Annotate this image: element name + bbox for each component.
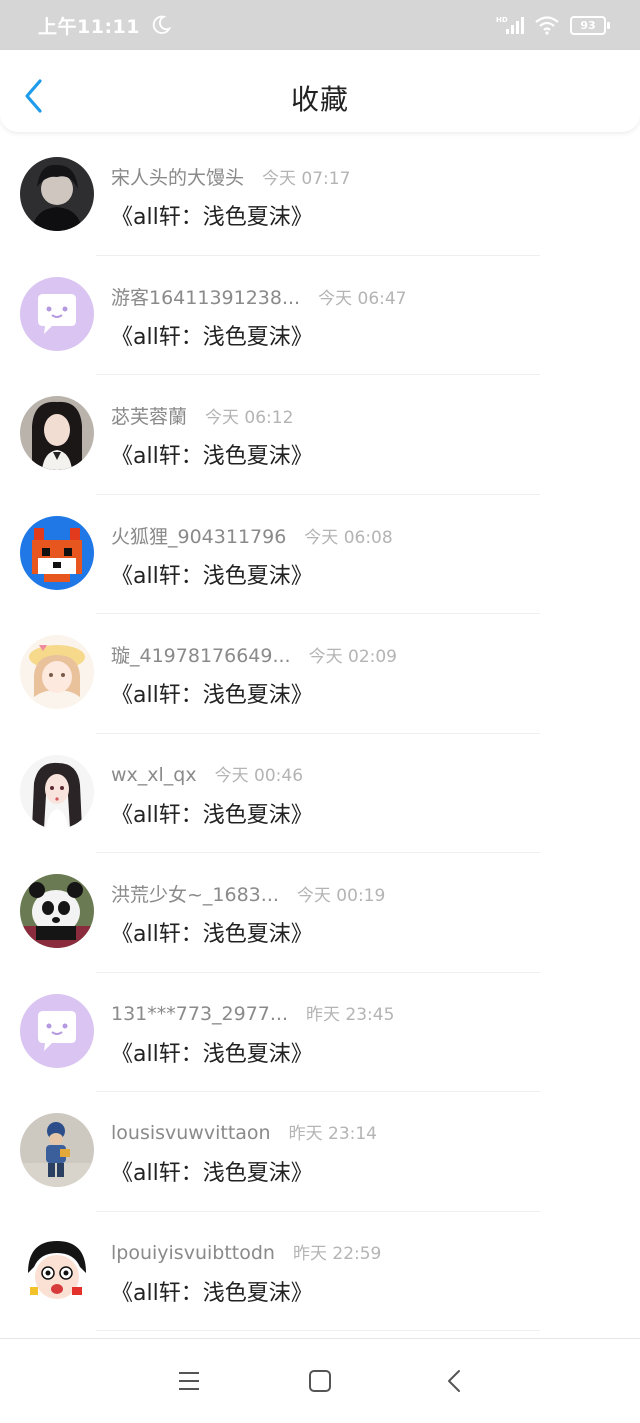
favorite-item[interactable]: 火狐狸_904311796 今天 06:08 《all轩：浅色夏沫》 <box>0 495 640 614</box>
username[interactable]: 游客16411391238... <box>111 283 300 310</box>
menu-button[interactable] <box>174 1367 204 1395</box>
user-avatar[interactable] <box>20 515 94 590</box>
favorites-list: 宋人头的大馒头 今天 07:17 《all轩：浅色夏沫》 游客16411391238.… <box>0 136 640 1331</box>
favorite-item[interactable]: lousisvuwvittaon 昨天 23:14 《all轩：浅色夏沫》 <box>0 1092 640 1212</box>
timestamp: 昨天 23:45 <box>306 1004 395 1025</box>
battery-indicator: 93 <box>570 15 610 35</box>
system-back-button[interactable] <box>440 1367 470 1395</box>
timestamp: 昨天 23:14 <box>288 1124 377 1144</box>
item-meta: 游客16411391238... 今天 06:47 <box>111 283 407 310</box>
username[interactable]: wx_xl_qx <box>111 764 197 786</box>
item-meta: lousisvuwvittaon 昨天 23:14 <box>111 1119 377 1144</box>
timestamp: 今天 00:46 <box>214 765 304 786</box>
avatar-cartoon-face-icon <box>20 1232 94 1307</box>
item-meta: 火狐狸_904311796 今天 06:08 <box>111 522 393 549</box>
story-title[interactable]: 《all轩：浅色夏沫》 <box>111 1155 313 1187</box>
item-meta: 苾芙蓉蘭 今天 06:12 <box>111 402 293 429</box>
username[interactable]: 宋人头的大馒头 <box>111 163 244 190</box>
timestamp: 今天 02:09 <box>308 647 397 667</box>
avatar-anime-girl-hat-icon <box>20 635 94 709</box>
avatar-default-chat-avatar-icon <box>20 276 94 351</box>
home-button[interactable] <box>305 1367 335 1395</box>
story-title[interactable]: 《all轩：浅色夏沫》 <box>111 1275 313 1307</box>
avatar-default-chat-avatar-icon <box>20 993 94 1068</box>
username[interactable]: 131***773_2977... <box>111 1003 288 1025</box>
favorite-item[interactable]: 宋人头的大馒头 今天 07:17 《all轩：浅色夏沫》 <box>0 136 640 256</box>
favorite-item[interactable]: lpouiyisvuibttodn 昨天 22:59 《all轩：浅色夏沫》 <box>0 1212 640 1331</box>
item-meta: 璇_41978176649... 今天 02:09 <box>111 641 397 668</box>
network-label: HD <box>496 16 508 24</box>
username[interactable]: lousisvuwvittaon <box>111 1122 271 1144</box>
username[interactable]: 火狐狸_904311796 <box>111 522 286 549</box>
user-avatar[interactable] <box>20 635 94 709</box>
status-bar: 上午11:11 HD 93 <box>0 0 640 50</box>
avatar-girl-portrait-icon <box>20 396 94 470</box>
timestamp: 今天 06:12 <box>205 408 294 428</box>
item-meta: wx_xl_qx 今天 00:46 <box>111 761 303 786</box>
favorite-item[interactable]: 苾芙蓉蘭 今天 06:12 《all轩：浅色夏沫》 <box>0 375 640 495</box>
system-navigation-bar <box>0 1338 640 1423</box>
item-meta: 宋人头的大馒头 今天 07:17 <box>111 163 350 190</box>
nav-bar: 收藏 <box>0 50 640 132</box>
divider <box>96 1330 540 1331</box>
favorite-item[interactable]: 游客16411391238... 今天 06:47 《all轩：浅色夏沫》 <box>0 256 640 375</box>
moon-icon <box>152 15 172 34</box>
user-avatar[interactable] <box>20 754 94 829</box>
story-title[interactable]: 《all轩：浅色夏沫》 <box>111 319 313 351</box>
user-avatar[interactable] <box>20 1232 94 1307</box>
timestamp: 今天 00:19 <box>296 886 386 906</box>
timestamp: 昨天 22:59 <box>292 1243 382 1264</box>
wifi-icon <box>535 16 559 35</box>
username[interactable]: 苾芙蓉蘭 <box>111 402 187 429</box>
story-title[interactable]: 《all轩：浅色夏沫》 <box>111 199 313 231</box>
status-icons: HD 93 <box>496 15 610 35</box>
favorite-item[interactable]: 131***773_2977... 昨天 23:45 《all轩：浅色夏沫》 <box>0 973 640 1092</box>
story-title[interactable]: 《all轩：浅色夏沫》 <box>111 438 313 470</box>
signal-icon: HD <box>496 16 524 34</box>
user-avatar[interactable] <box>20 874 94 948</box>
page-title: 收藏 <box>290 83 349 116</box>
story-title[interactable]: 《all轩：浅色夏沫》 <box>111 1036 313 1068</box>
item-meta: 洪荒少女~_1683... 今天 00:19 <box>111 880 385 907</box>
timestamp: 今天 06:47 <box>318 288 407 309</box>
status-time: 上午11:11 <box>38 15 140 38</box>
avatar-anime-girl-dark-hair-icon <box>20 754 94 829</box>
story-title[interactable]: 《all轩：浅色夏沫》 <box>111 797 313 829</box>
user-avatar[interactable] <box>20 157 94 231</box>
avatar-dark-hair-portrait-icon <box>20 157 94 231</box>
user-avatar[interactable] <box>20 396 94 470</box>
story-title[interactable]: 《all轩：浅色夏沫》 <box>111 558 313 590</box>
username[interactable]: 洪荒少女~_1683... <box>111 880 279 907</box>
timestamp: 今天 07:17 <box>262 169 351 189</box>
favorite-item[interactable]: 璇_41978176649... 今天 02:09 《all轩：浅色夏沫》 <box>0 614 640 734</box>
timestamp: 今天 06:08 <box>304 527 393 548</box>
story-title[interactable]: 《all轩：浅色夏沫》 <box>111 916 313 948</box>
item-meta: 131***773_2977... 昨天 23:45 <box>111 1000 394 1025</box>
favorite-item[interactable]: 洪荒少女~_1683... 今天 00:19 《all轩：浅色夏沫》 <box>0 853 640 973</box>
user-avatar[interactable] <box>20 276 94 351</box>
username[interactable]: 璇_41978176649... <box>111 641 291 668</box>
avatar-panda-icon <box>20 874 94 948</box>
avatar-pixel-fox-icon <box>20 515 94 590</box>
user-avatar[interactable] <box>20 1113 94 1187</box>
item-meta: lpouiyisvuibttodn 昨天 22:59 <box>111 1239 381 1264</box>
username[interactable]: lpouiyisvuibttodn <box>111 1242 275 1264</box>
user-avatar[interactable] <box>20 993 94 1068</box>
favorite-item[interactable]: wx_xl_qx 今天 00:46 《all轩：浅色夏沫》 <box>0 734 640 853</box>
avatar-child-figure-icon <box>20 1113 94 1187</box>
story-title[interactable]: 《all轩：浅色夏沫》 <box>111 677 313 709</box>
